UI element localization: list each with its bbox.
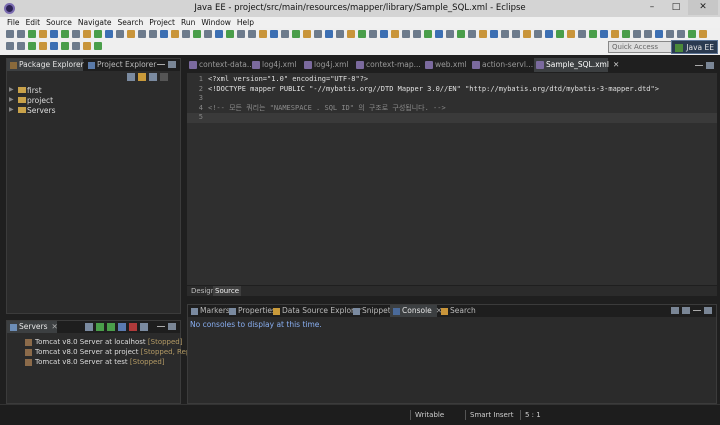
project-folder-icon bbox=[18, 87, 26, 93]
expand-arrow-icon[interactable]: ▶ bbox=[9, 86, 14, 93]
tab-data-source-explorer[interactable]: Data Source Explorer bbox=[270, 305, 362, 317]
project-explorer-icon bbox=[88, 62, 95, 69]
console-panel: Markers Properties Data Source Explorer … bbox=[187, 304, 717, 404]
tab-source[interactable]: Source bbox=[213, 286, 242, 296]
xml-file-icon bbox=[189, 61, 197, 69]
console-icon bbox=[393, 308, 400, 315]
code-line-4: 4 <!-- 모든 쿼리는 "NAMESPACE . SQL ID" 의 구조로 … bbox=[198, 103, 446, 112]
servers-header: Servers ✕ bbox=[7, 321, 180, 333]
server-actions[interactable] bbox=[85, 323, 148, 331]
code-line-1: 1 <?xml version="1.0" encoding="UTF-8"?> bbox=[198, 75, 369, 83]
status-bar: Writable Smart Insert 5 : 1 bbox=[0, 404, 720, 425]
server-project[interactable]: Tomcat v8.0 Server at project [Stopped, … bbox=[25, 348, 203, 356]
xml-file-icon bbox=[536, 61, 544, 69]
editor-tab-web-xml[interactable]: web.xml bbox=[423, 58, 467, 72]
search-icon bbox=[441, 308, 448, 315]
editor-toolbar[interactable] bbox=[695, 62, 714, 69]
xml-file-icon bbox=[425, 61, 433, 69]
explorer-view-tools[interactable] bbox=[127, 73, 168, 81]
navigation-icons[interactable] bbox=[6, 42, 102, 50]
menu-bar: File Edit Source Navigate Search Project Run Wi… bbox=[0, 17, 720, 28]
maximize-button[interactable]: □ bbox=[666, 0, 686, 15]
title-bar: Java EE - project/src/main/resources/map… bbox=[0, 0, 720, 17]
xml-file-icon bbox=[472, 61, 480, 69]
toolbar-icons[interactable] bbox=[6, 30, 707, 38]
tab-servers[interactable]: Servers ✕ bbox=[7, 321, 58, 333]
snippets-icon bbox=[353, 308, 360, 315]
menu-file[interactable]: File bbox=[4, 17, 23, 28]
menu-run[interactable]: Run bbox=[178, 17, 198, 28]
window-title: Java EE - project/src/main/resources/map… bbox=[194, 3, 526, 13]
tab-snippets[interactable]: Snippets bbox=[350, 305, 395, 317]
console-toolbar[interactable] bbox=[671, 307, 712, 314]
properties-icon bbox=[229, 308, 236, 315]
expand-arrow-icon[interactable]: ▶ bbox=[9, 106, 14, 113]
status-cursor-position: 5 : 1 bbox=[520, 410, 560, 420]
console-header: Markers Properties Data Source Explorer … bbox=[188, 305, 716, 317]
code-line-5: 5 bbox=[187, 113, 717, 123]
console-message: No consoles to display at this time. bbox=[190, 320, 322, 329]
menu-navigate[interactable]: Navigate bbox=[75, 17, 115, 28]
xml-source-editor[interactable]: 1 <?xml version="1.0" encoding="UTF-8"?> … bbox=[187, 73, 717, 285]
xml-file-icon bbox=[356, 61, 364, 69]
tab-console[interactable]: Console ✕ bbox=[390, 305, 442, 317]
tree-item-first[interactable]: ▶ first bbox=[9, 86, 42, 95]
markers-icon bbox=[191, 308, 198, 315]
menu-help[interactable]: Help bbox=[234, 17, 257, 28]
tab-properties[interactable]: Properties bbox=[226, 305, 276, 317]
menu-project[interactable]: Project bbox=[146, 17, 178, 28]
package-explorer-icon bbox=[10, 62, 17, 69]
tomcat-icon bbox=[25, 359, 32, 366]
editor-mode-tabs: Design Source bbox=[187, 286, 717, 296]
close-tab-icon[interactable]: ✕ bbox=[52, 322, 58, 331]
editor-tab-context-map[interactable]: context-map... bbox=[354, 58, 421, 72]
panel-toolbar[interactable] bbox=[157, 61, 176, 68]
package-explorer-panel: Package Explorer Project Explorer ▶ firs… bbox=[6, 58, 181, 314]
servers-icon bbox=[10, 324, 17, 331]
xml-file-icon bbox=[304, 61, 312, 69]
panel-toolbar[interactable] bbox=[157, 323, 176, 330]
minimize-button[interactable]: – bbox=[642, 0, 662, 15]
servers-panel: Servers ✕ Tomcat v8.0 Server at localhost… bbox=[6, 320, 203, 404]
code-line-3: 3 bbox=[198, 94, 203, 102]
main-toolbar bbox=[0, 28, 720, 40]
menu-search[interactable]: Search bbox=[115, 17, 147, 28]
tree-item-servers[interactable]: ▶ Servers bbox=[9, 106, 56, 115]
editor-tab-context-data[interactable]: context-data... bbox=[187, 58, 254, 72]
status-insert-mode: Smart Insert bbox=[465, 410, 517, 420]
expand-arrow-icon[interactable]: ▶ bbox=[9, 96, 14, 103]
editor-tab-action-servlet[interactable]: action-servl... bbox=[470, 58, 533, 72]
editor-tab-log4j-1[interactable]: log4j.xml bbox=[250, 58, 298, 72]
tab-package-explorer[interactable]: Package Explorer bbox=[7, 59, 84, 71]
status-writable: Writable bbox=[410, 410, 462, 420]
server-localhost[interactable]: Tomcat v8.0 Server at localhost [Stopped… bbox=[25, 338, 182, 346]
editor-tab-log4j-2[interactable]: log4j.xml bbox=[302, 58, 350, 72]
close-button[interactable]: ✕ bbox=[688, 0, 718, 15]
menu-edit[interactable]: Edit bbox=[23, 17, 44, 28]
menu-window[interactable]: Window bbox=[198, 17, 234, 28]
tab-markers[interactable]: Markers bbox=[188, 305, 230, 317]
package-explorer-header: Package Explorer Project Explorer bbox=[7, 59, 180, 71]
tree-item-project[interactable]: ▶ project bbox=[9, 96, 53, 105]
database-icon bbox=[273, 308, 280, 315]
server-test[interactable]: Tomcat v8.0 Server at test [Stopped] bbox=[25, 358, 165, 366]
tomcat-icon bbox=[25, 349, 32, 356]
code-line-2: 2 <!DOCTYPE mapper PUBLIC "-//mybatis.org… bbox=[198, 84, 659, 93]
editor-tab-sample-sql[interactable]: Sample_SQL.xml ✕ bbox=[534, 58, 619, 72]
close-tab-icon[interactable]: ✕ bbox=[613, 60, 619, 69]
tab-search[interactable]: Search bbox=[438, 305, 476, 317]
quick-access-input[interactable]: Quick Access bbox=[608, 41, 680, 53]
code-area[interactable]: 1 <?xml version="1.0" encoding="UTF-8"?> … bbox=[187, 75, 717, 123]
folder-icon bbox=[18, 107, 26, 113]
tomcat-icon bbox=[25, 339, 32, 346]
tab-project-explorer[interactable]: Project Explorer bbox=[85, 59, 156, 71]
project-folder-icon bbox=[18, 97, 26, 103]
xml-file-icon bbox=[252, 61, 260, 69]
menu-source[interactable]: Source bbox=[43, 17, 75, 28]
java-ee-perspective-button[interactable]: Java EE bbox=[671, 40, 718, 54]
